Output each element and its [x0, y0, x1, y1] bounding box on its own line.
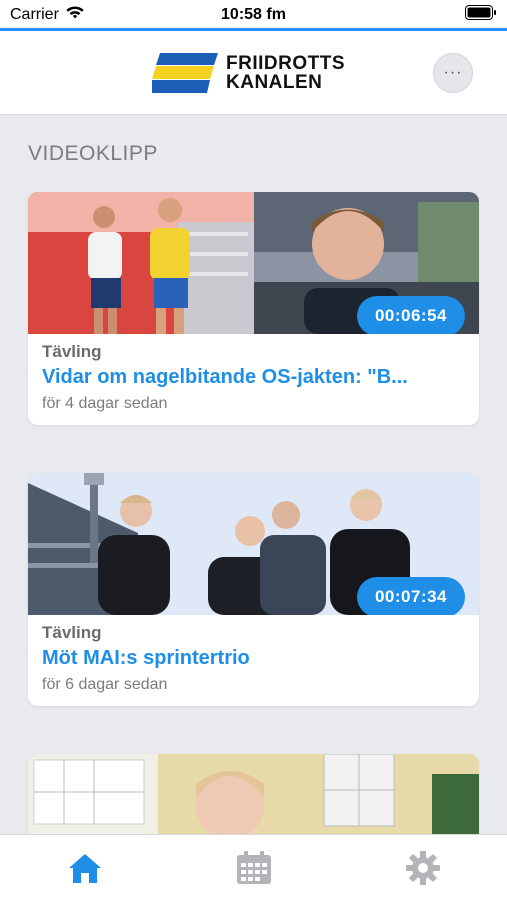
- video-thumbnail: [28, 754, 479, 834]
- video-time-ago: för 4 dagar sedan: [42, 395, 168, 412]
- video-card[interactable]: [28, 754, 479, 834]
- video-list[interactable]: VIDEOKLIPP 00:06:54 Tävling Vidar om nag…: [0, 116, 507, 834]
- logo-line1: FRIIDROTTS: [226, 53, 345, 74]
- video-card[interactable]: 00:06:54 Tävling Vidar om nagelbitande O…: [28, 192, 479, 425]
- duration-badge: 00:06:54: [356, 296, 465, 334]
- video-card[interactable]: 00:07:34 Tävling Möt MAI:s sprintertrio …: [28, 473, 479, 706]
- status-left: Carrier: [10, 5, 85, 25]
- video-time-ago: för 6 dagar sedan: [42, 676, 168, 693]
- tab-bar: [0, 834, 507, 900]
- calendar-icon: [236, 850, 271, 884]
- more-icon: ···: [443, 64, 463, 81]
- video-thumbnail: 00:07:34: [28, 473, 479, 615]
- section-title: VIDEOKLIPP: [28, 142, 158, 165]
- status-bar: Carrier 10:58 fm: [0, 0, 507, 30]
- battery-icon: [465, 5, 497, 25]
- video-thumbnail: 00:06:54: [28, 192, 479, 334]
- thumbnail-image: [28, 754, 479, 834]
- wifi-icon: [65, 5, 85, 25]
- carrier-label: Carrier: [10, 6, 59, 23]
- tab-calendar[interactable]: [224, 843, 284, 893]
- video-title[interactable]: Möt MAI:s sprintertrio: [42, 647, 465, 670]
- logo-text: FRIIDROTTS KANALEN: [226, 54, 345, 92]
- logo-line2: KANALEN: [226, 72, 323, 93]
- more-button[interactable]: ···: [433, 53, 473, 93]
- logo-flag-icon: [152, 53, 218, 93]
- duration-badge: 00:07:34: [356, 577, 465, 615]
- home-icon: [68, 853, 101, 883]
- tab-settings[interactable]: [393, 843, 453, 893]
- card-body: Tävling Vidar om nagelbitande OS-jakten:…: [28, 334, 479, 425]
- video-category: Tävling: [42, 623, 102, 642]
- app-header: FRIIDROTTS KANALEN ···: [0, 31, 507, 115]
- gear-icon: [405, 850, 440, 885]
- video-category: Tävling: [42, 342, 102, 361]
- tab-home[interactable]: [55, 843, 115, 893]
- app-logo[interactable]: FRIIDROTTS KANALEN: [152, 51, 362, 95]
- card-body: Tävling Möt MAI:s sprintertrio för 6 dag…: [28, 615, 479, 706]
- video-title[interactable]: Vidar om nagelbitande OS-jakten: "B...: [42, 366, 465, 389]
